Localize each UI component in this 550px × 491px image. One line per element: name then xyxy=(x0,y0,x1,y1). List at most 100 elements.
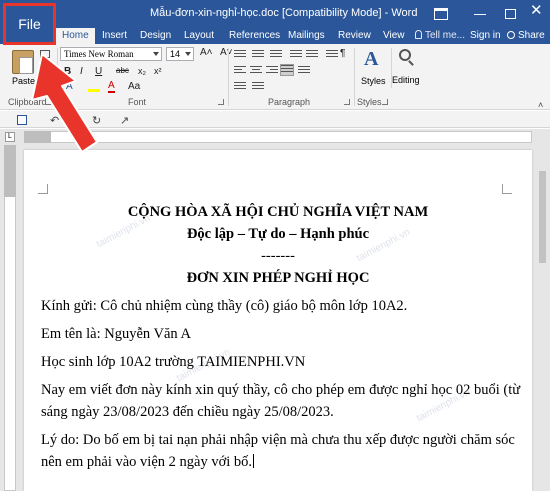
crop-mark xyxy=(502,184,512,194)
undo-icon[interactable]: ↶ xyxy=(50,114,59,127)
grow-font-icon[interactable]: A˄ xyxy=(200,47,213,58)
tab-selector-icon[interactable]: L xyxy=(5,132,15,142)
motto: Độc lập – Tự do – Hạnh phúc xyxy=(186,226,370,242)
justify-icon[interactable] xyxy=(280,64,294,76)
styles-group-label: Styles xyxy=(357,97,382,107)
file-button[interactable]: File xyxy=(3,3,56,45)
tab-review[interactable]: Review xyxy=(338,28,371,44)
decrease-indent-icon[interactable] xyxy=(290,50,302,60)
italic-button[interactable]: I xyxy=(80,66,83,77)
group-divider xyxy=(354,48,355,106)
tab-view[interactable]: View xyxy=(383,28,405,44)
change-case-button[interactable]: Aa xyxy=(128,81,140,92)
paste-label[interactable]: Paste xyxy=(12,76,35,86)
ruler-row: L xyxy=(0,129,550,145)
redo-icon[interactable]: ↻ xyxy=(92,114,101,127)
subscript-button[interactable]: x₂ xyxy=(138,66,146,76)
document-area: taimienphi.vn taimienphi.vn taimienphi.v… xyxy=(0,145,550,491)
title-bar: Mẫu-đơn-xin-nghỉ-học.doc [Compatibility … xyxy=(0,0,550,28)
font-group-label: Font xyxy=(128,97,147,107)
numbering-icon[interactable] xyxy=(252,50,264,60)
styles-launcher-icon[interactable] xyxy=(382,99,388,105)
minimize-icon[interactable] xyxy=(474,14,486,15)
line-spacing-icon[interactable] xyxy=(298,66,310,76)
tab-references[interactable]: References xyxy=(229,28,280,44)
paragraph-recipient: Kính gửi: Cô chủ nhiệm cùng thầy (cô) gi… xyxy=(41,298,408,314)
format-painter-icon[interactable] xyxy=(40,78,50,86)
paragraph-name: Em tên là: Nguyễn Văn A xyxy=(41,326,191,342)
styles-label[interactable]: Styles xyxy=(361,76,386,86)
shading-icon[interactable] xyxy=(234,82,246,92)
styles-icon[interactable]: A xyxy=(364,48,384,70)
tell-me-text: Tell me... xyxy=(425,30,466,41)
divider-line: ------- xyxy=(261,248,295,264)
vertical-ruler-margin xyxy=(4,145,16,197)
bullets-icon[interactable] xyxy=(234,50,246,60)
chevron-down-icon xyxy=(185,52,191,56)
customize-toolbar-icon[interactable]: ↗ xyxy=(120,114,129,127)
ribbon-home: Paste Clipboard Times New Roman 14 A˄ A˅… xyxy=(0,44,550,110)
copy-icon[interactable] xyxy=(40,64,50,72)
text-effects-button[interactable]: A xyxy=(66,81,73,92)
paste-icon[interactable] xyxy=(12,50,34,74)
person-icon xyxy=(507,31,515,39)
shrink-font-icon[interactable]: A˅ xyxy=(220,47,233,58)
clipboard-launcher-icon[interactable] xyxy=(46,99,52,105)
underline-button[interactable]: U xyxy=(95,66,102,77)
sort-icon[interactable] xyxy=(326,50,338,60)
share-button[interactable]: Share xyxy=(507,28,545,44)
save-icon[interactable] xyxy=(17,115,27,125)
text-cursor xyxy=(253,454,255,468)
font-launcher-icon[interactable] xyxy=(218,99,224,105)
superscript-button[interactable]: x² xyxy=(154,66,162,76)
tab-insert[interactable]: Insert xyxy=(102,28,127,44)
paragraph-request-1: Nay em viết đơn này kính xin quý thầy, c… xyxy=(41,382,521,398)
show-formatting-icon[interactable]: ¶ xyxy=(340,48,345,59)
multilevel-list-icon[interactable] xyxy=(270,50,282,60)
group-divider xyxy=(228,48,229,106)
strikethrough-button[interactable]: abc xyxy=(116,66,129,75)
maximize-icon[interactable] xyxy=(505,9,516,19)
document-page[interactable]: taimienphi.vn taimienphi.vn taimienphi.v… xyxy=(24,150,532,491)
ribbon-display-options-icon[interactable] xyxy=(434,8,448,20)
font-color-button[interactable]: A xyxy=(108,81,115,93)
highlight-icon[interactable] xyxy=(88,82,100,92)
tab-layout[interactable]: Layout xyxy=(184,28,214,44)
paragraph-reason-1: Lý do: Do bố em bị tai nạn phải nhập việ… xyxy=(41,432,515,448)
group-divider xyxy=(57,48,58,106)
quick-access-toolbar: ↶ ↻ ↗ xyxy=(0,111,550,128)
font-size-value: 14 xyxy=(170,49,181,59)
align-right-icon[interactable] xyxy=(266,66,278,76)
borders-icon[interactable] xyxy=(252,82,264,92)
sign-in-link[interactable]: Sign in xyxy=(470,28,501,44)
window-title: Mẫu-đơn-xin-nghỉ-học.doc [Compatibility … xyxy=(150,7,418,19)
tell-me-box[interactable]: Tell me... xyxy=(415,28,465,44)
font-name-value: Times New Roman xyxy=(64,49,134,59)
share-label: Share xyxy=(518,30,545,41)
scrollbar-thumb[interactable] xyxy=(539,171,546,263)
increase-indent-icon[interactable] xyxy=(306,50,318,60)
reason-text: nên em phải vào viện 2 ngày với bố. xyxy=(41,454,253,470)
close-icon[interactable]: ✕ xyxy=(530,3,543,18)
bold-button[interactable]: B xyxy=(64,66,71,77)
align-center-icon[interactable] xyxy=(250,66,262,76)
find-icon[interactable] xyxy=(399,49,411,61)
tab-mailings[interactable]: Mailings xyxy=(288,28,325,44)
cut-icon[interactable] xyxy=(40,50,50,58)
paragraph-launcher-icon[interactable] xyxy=(344,99,350,105)
align-left-icon[interactable] xyxy=(234,66,246,76)
font-size-dropdown[interactable]: 14 xyxy=(166,47,194,61)
paragraph-request-2: sáng ngày 23/08/2023 đến chiều ngày 25/0… xyxy=(41,404,334,420)
document-title: ĐƠN XIN PHÉP NGHỈ HỌC xyxy=(186,270,370,286)
tab-home[interactable]: Home xyxy=(56,28,95,44)
lightbulb-icon xyxy=(415,30,422,39)
tab-design[interactable]: Design xyxy=(140,28,171,44)
national-header: CỘNG HÒA XÃ HỘI CHỦ NGHĨA VIỆT NAM xyxy=(127,204,429,220)
clipboard-group-label: Clipboard xyxy=(8,97,47,107)
collapse-ribbon-icon[interactable]: ˄ xyxy=(538,100,543,110)
ribbon-tabs: Home Insert Design Layout References Mai… xyxy=(0,28,550,44)
editing-label[interactable]: Editing xyxy=(392,75,420,85)
horizontal-ruler[interactable] xyxy=(24,131,532,143)
paragraph-reason-2: nên em phải vào viện 2 ngày với bố. xyxy=(41,454,255,471)
font-name-dropdown[interactable]: Times New Roman xyxy=(60,47,162,61)
